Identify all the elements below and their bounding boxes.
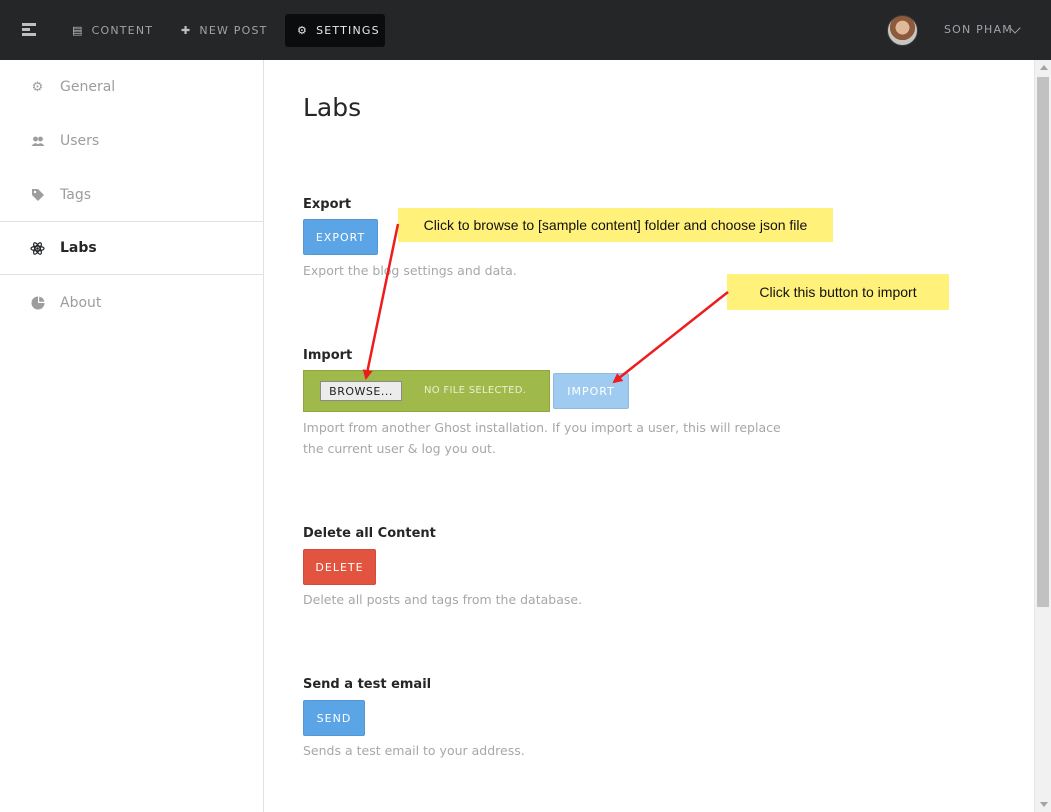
content-icon: ▤	[72, 24, 84, 37]
users-icon	[30, 134, 45, 149]
delete-button[interactable]: DELETE	[303, 549, 376, 585]
import-help-text: Import from another Ghost installation. …	[303, 420, 781, 456]
import-button[interactable]: IMPORT	[553, 373, 629, 409]
annotation-import: Click this button to import	[727, 274, 949, 310]
arrow-to-import	[612, 291, 729, 384]
gear-icon: ⚙	[31, 79, 44, 95]
sidebar-item-users[interactable]: Users	[0, 114, 263, 168]
menu-toggle-icon[interactable]	[22, 23, 36, 37]
sidebar-item-tags[interactable]: Tags	[0, 168, 263, 222]
scroll-thumb[interactable]	[1037, 77, 1049, 607]
tag-icon	[30, 188, 45, 203]
scroll-down-arrow-icon[interactable]	[1040, 802, 1048, 807]
page-title: Labs	[303, 93, 362, 122]
page-scrollbar[interactable]	[1034, 60, 1051, 812]
sidebar-item-label: Labs	[60, 240, 97, 256]
import-label: Import	[303, 348, 353, 363]
delete-help-text: Delete all posts and tags from the datab…	[303, 592, 583, 607]
nav-settings-link[interactable]: ⚙ SETTINGS	[285, 14, 385, 47]
sidebar-item-about[interactable]: About	[0, 276, 263, 330]
scroll-up-arrow-icon[interactable]	[1040, 65, 1048, 70]
sidebar-item-general[interactable]: ⚙ General	[0, 60, 263, 114]
file-input[interactable]: BROWSE... NO FILE SELECTED.	[303, 370, 550, 412]
browse-button[interactable]: BROWSE...	[320, 381, 402, 401]
nav-content-link[interactable]: ▤ CONTENT	[60, 14, 165, 47]
plus-icon: ✚	[181, 24, 192, 37]
send-button[interactable]: SEND	[303, 700, 365, 736]
export-button[interactable]: EXPORT	[303, 219, 378, 255]
atom-icon	[30, 241, 45, 256]
user-menu-name[interactable]: SON PHAM	[944, 23, 1013, 36]
email-help-text: Sends a test email to your address.	[303, 743, 525, 758]
sidebar-item-label: About	[60, 295, 102, 311]
sidebar-item-labs[interactable]: Labs	[0, 221, 263, 275]
sidebar-item-label: General	[60, 79, 116, 95]
gears-icon: ⚙	[297, 24, 309, 37]
nav-settings-label: SETTINGS	[316, 24, 380, 37]
settings-sidebar: ⚙ General Users Tags Labs About	[0, 60, 264, 812]
avatar[interactable]	[887, 15, 918, 46]
nav-new-post-label: NEW POST	[199, 24, 268, 37]
sidebar-item-label: Tags	[60, 187, 91, 203]
email-label: Send a test email	[303, 677, 432, 692]
file-status-text: NO FILE SELECTED.	[424, 385, 527, 396]
export-label: Export	[303, 197, 352, 212]
delete-label: Delete all Content	[303, 526, 436, 541]
sidebar-item-label: Users	[60, 133, 100, 149]
nav-content-label: CONTENT	[91, 24, 154, 37]
ghost-icon	[30, 296, 45, 311]
nav-new-post-link[interactable]: ✚ NEW POST	[169, 14, 280, 47]
top-navbar: ▤ CONTENT ✚ NEW POST ⚙ SETTINGS SON PHAM	[0, 0, 1051, 60]
annotation-browse: Click to browse to [sample content] fold…	[398, 208, 833, 242]
